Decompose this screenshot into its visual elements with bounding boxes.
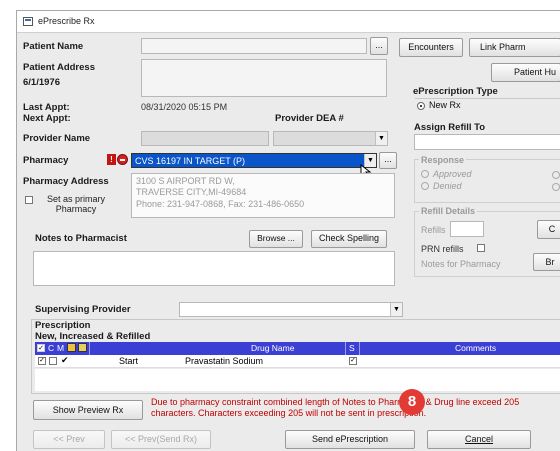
link-pharmacy-button[interactable]: Link Pharm [469, 38, 560, 57]
warning-message: Due to pharmacy constraint combined leng… [151, 397, 520, 418]
window-icon [23, 17, 33, 26]
row-action: Start [119, 356, 139, 366]
pharmacy-combo[interactable]: CVS 16197 IN TARGET (P) ▼ [131, 153, 377, 168]
provider-name-label: Provider Name [23, 133, 91, 144]
set-primary-checkbox[interactable] [25, 196, 33, 204]
pharmacy-address-label: Pharmacy Address [23, 176, 109, 187]
prescription-subtitle: New, Increased & Refilled [35, 331, 151, 342]
prev-button[interactable]: << Prev [33, 430, 105, 449]
row-m-checkbox[interactable] [49, 357, 57, 365]
refill-details-title: Refill Details [419, 206, 478, 216]
chevron-down-icon[interactable]: ▼ [390, 303, 402, 316]
pharmacy-address-line: 3100 S AIRPORT RD W, [136, 176, 235, 186]
supervising-provider-label: Supervising Provider [35, 304, 131, 315]
checkmark-icon: ✔ [61, 355, 69, 365]
refill-c-button[interactable]: C [537, 220, 560, 239]
eprescription-type-group: New Rx [415, 98, 560, 114]
select-all-checkbox[interactable]: ✓ [37, 344, 45, 352]
last-appt-label: Last Appt: [23, 102, 70, 113]
row-drug-name: Pravastatin Sodium [185, 356, 264, 366]
refills-input[interactable] [450, 221, 484, 237]
response-title: Response [419, 155, 467, 165]
pharmacy-label: Pharmacy [23, 155, 69, 166]
drug-name-header: Drug Name [251, 343, 295, 353]
patient-name-label: Patient Name [23, 41, 84, 52]
refill-browse-button[interactable]: Br [533, 253, 560, 271]
patient-lookup-button[interactable]: ... [370, 37, 388, 55]
pharmacy-alert-icon: ! [107, 154, 116, 165]
provider-dea-label: Provider DEA # [275, 113, 344, 124]
row-select-checkbox[interactable]: ✓ [38, 357, 46, 365]
last-appt-value: 08/31/2020 05:15 PM [141, 102, 228, 112]
send-eprescription-button[interactable]: Send ePrescription [285, 430, 415, 449]
browse-button[interactable]: Browse ... [249, 230, 303, 248]
approved-radio[interactable] [421, 170, 429, 178]
pharmacy-lookup-button[interactable]: ... [379, 152, 397, 169]
pharmacy-address-field: 3100 S AIRPORT RD W, TRAVERSE CITY,MI-49… [131, 173, 395, 218]
check-spelling-button[interactable]: Check Spelling [311, 230, 387, 248]
prescription-grid-header: ✓ C M Drug Name S Comments [35, 342, 560, 355]
next-appt-label: Next Appt: [23, 113, 71, 124]
response-option-radio[interactable] [552, 171, 560, 179]
patient-hub-button[interactable]: Patient Hu [491, 63, 560, 82]
patient-dob: 6/1/1976 [23, 77, 60, 88]
patient-address-label: Patient Address [23, 62, 95, 73]
step-badge: 8 [399, 389, 425, 415]
prescription-row[interactable]: ✓ ✔ Start Pravastatin Sodium ✓ [35, 355, 560, 368]
new-rx-radio[interactable] [417, 102, 425, 110]
pharmacy-selected: CVS 16197 IN TARGET (P) [135, 156, 246, 166]
patient-name-field[interactable] [141, 38, 367, 54]
denied-label: Denied [433, 181, 462, 191]
set-primary-label: Set as primary Pharmacy [46, 194, 106, 214]
prescription-title: Prescription [35, 320, 91, 331]
row-s-checkbox[interactable]: ✓ [349, 357, 357, 365]
col-c-header: C [48, 343, 55, 353]
chevron-down-icon[interactable]: ▼ [375, 132, 387, 145]
eprescription-type-title: ePrescription Type [413, 86, 498, 97]
assign-refill-field[interactable] [414, 134, 560, 150]
prev-send-button[interactable]: << Prev(Send Rx) [111, 430, 211, 449]
notes-for-pharmacy-label: Notes for Pharmacy [421, 259, 501, 269]
new-rx-label: New Rx [429, 100, 461, 110]
comments-header: Comments [455, 343, 497, 353]
approved-label: Approved [433, 169, 472, 179]
prn-refills-label: PRN refills [421, 244, 464, 254]
encounters-button[interactable]: Encounters [399, 38, 463, 57]
no-entry-icon [117, 154, 128, 165]
prescription-grid-body [35, 369, 560, 391]
denied-radio[interactable] [421, 182, 429, 190]
assign-refill-label: Assign Refill To [414, 122, 486, 133]
col-m-header: M [57, 343, 65, 353]
cancel-button[interactable]: Cancel [427, 430, 531, 449]
notes-to-pharmacist-label: Notes to Pharmacist [35, 233, 127, 244]
refills-label: Refills [421, 225, 446, 235]
notes-to-pharmacist-field[interactable] [33, 251, 395, 286]
pharmacy-phone: Phone: 231-947-0868, Fax: 231-486-0650 [136, 199, 305, 209]
response-option-radio[interactable] [552, 183, 560, 191]
prn-refills-checkbox[interactable] [477, 244, 485, 252]
window-title: ePrescribe Rx [38, 16, 95, 26]
provider-dea-combo[interactable]: ▼ [273, 131, 388, 146]
pharmacy-address-line: TRAVERSE CITY,MI-49684 [136, 187, 247, 197]
show-preview-button[interactable]: Show Preview Rx [33, 400, 143, 420]
eprescribe-window: ePrescribe Rx Patient Name ... Encounter… [16, 10, 560, 451]
col-s-header: S [349, 343, 355, 353]
lock-icon [67, 343, 76, 352]
title-bar: ePrescribe Rx [17, 11, 560, 33]
provider-name-field[interactable] [141, 131, 269, 146]
supervising-provider-combo[interactable]: ▼ [179, 302, 403, 317]
warning-icon [78, 343, 87, 352]
patient-address-field[interactable] [141, 59, 387, 97]
